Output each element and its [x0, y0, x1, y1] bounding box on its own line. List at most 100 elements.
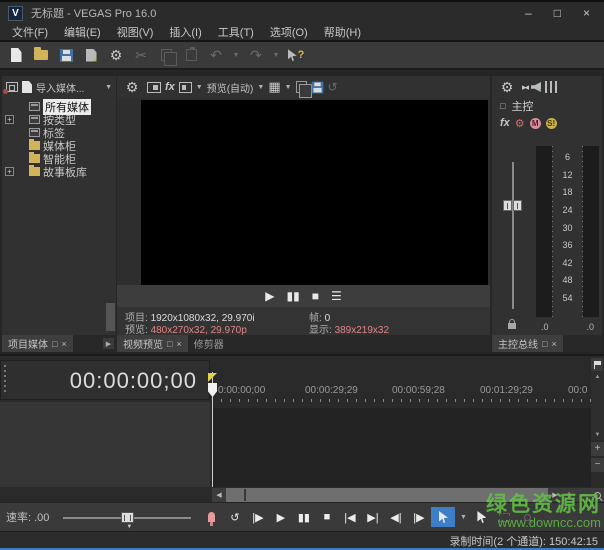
save-button[interactable] [55, 45, 77, 66]
preview-settings-button[interactable]: ⚙ [121, 77, 143, 98]
save-snapshot-icon[interactable] [311, 81, 323, 93]
expand-icon[interactable]: + [5, 115, 14, 124]
menu-help[interactable]: 帮助(H) [316, 24, 369, 40]
menu-file[interactable]: 文件(F) [4, 24, 56, 40]
copy-snapshot-icon[interactable] [296, 81, 307, 93]
track-zoom-out-button[interactable]: − [591, 458, 604, 472]
chevron-down-icon[interactable]: ▼ [285, 84, 292, 91]
stop-icon[interactable]: ■ [312, 289, 319, 303]
media-scrollbar-thumb[interactable] [106, 303, 115, 331]
menu-view[interactable]: 视图(V) [109, 24, 162, 40]
menu-options[interactable]: 选项(O) [262, 24, 316, 40]
preview-quality-button[interactable]: 预览(自动) [207, 80, 254, 95]
timeline-zoom-out-button[interactable]: − [576, 488, 590, 502]
loop-playback-button[interactable]: ↺ [224, 507, 245, 527]
restore-icon[interactable]: □ [167, 339, 172, 349]
chevron-down-icon[interactable]: ▼ [196, 84, 203, 91]
pause-button[interactable]: ▮▮ [293, 507, 314, 527]
scroll-down-icon[interactable]: ▼ [595, 430, 601, 440]
preview-menu-icon[interactable]: ☰ [331, 289, 342, 303]
hscroll-thumb[interactable] [226, 488, 548, 502]
external-monitor-icon[interactable] [179, 82, 192, 93]
sync-icon[interactable]: ↺ [328, 80, 338, 94]
volume-fader-handle[interactable] [503, 200, 522, 211]
horizontal-scrollbar[interactable]: ◀ ▶ + − [212, 488, 604, 502]
redo-dropdown[interactable]: ▼ [270, 45, 282, 66]
close-icon[interactable]: × [551, 339, 556, 349]
next-frame-button[interactable]: |▶ [408, 507, 429, 527]
zoom-edit-tool-button[interactable] [517, 507, 538, 527]
close-button[interactable]: × [583, 6, 590, 20]
mixer-console-icon[interactable] [545, 81, 558, 93]
paste-button[interactable] [180, 45, 202, 66]
record-button[interactable] [201, 507, 222, 527]
bus-fx-icon[interactable]: fx [500, 117, 510, 129]
menu-insert[interactable]: 插入(I) [161, 24, 209, 40]
selection-edit-tool-button[interactable] [494, 507, 515, 527]
menu-tools[interactable]: 工具(T) [210, 24, 262, 40]
mixer-settings-button[interactable]: ⚙ [496, 77, 518, 98]
stop-button[interactable]: ■ [316, 507, 337, 527]
undo-button[interactable]: ↶ [205, 45, 227, 66]
tab-trimmer[interactable]: 修剪器 [188, 335, 230, 352]
properties-button[interactable]: ⚙ [105, 45, 127, 66]
go-to-end-button[interactable]: ▶| [362, 507, 383, 527]
rate-slider[interactable]: ▼ [63, 503, 191, 532]
tab-video-preview[interactable]: 视频预览 □ × [117, 335, 188, 352]
undo-dropdown[interactable]: ▼ [230, 45, 242, 66]
go-to-start-button[interactable]: |◀ [339, 507, 360, 527]
tree-item-storyboards[interactable]: + 故事板库 [2, 165, 116, 178]
play-icon[interactable]: ▶ [265, 289, 274, 303]
scroll-right-button[interactable]: ▶ [103, 338, 114, 349]
cut-button[interactable]: ✂ [130, 45, 152, 66]
time-display-box[interactable]: 00:00:00;00 [0, 360, 210, 400]
marker-tool-button[interactable] [591, 358, 603, 371]
timeline-zoom-in-button[interactable]: + [562, 488, 576, 502]
interactive-tutorials-button[interactable]: ? [285, 45, 307, 66]
scroll-right-icon[interactable]: ▶ [548, 488, 562, 502]
restore-icon[interactable]: □ [542, 339, 547, 349]
play-from-start-button[interactable]: |▶ [247, 507, 268, 527]
redo-button[interactable]: ↷ [245, 45, 267, 66]
chevron-down-icon[interactable]: ▼ [105, 84, 112, 91]
copy-button[interactable] [155, 45, 177, 66]
restore-icon[interactable]: □ [52, 339, 57, 349]
speaker-icon[interactable]: ▼ [531, 82, 541, 92]
insert-bus-icon[interactable]: ▸◂ [522, 82, 527, 93]
open-button[interactable] [30, 45, 52, 66]
pause-icon[interactable]: ▮▮ [287, 289, 300, 303]
menu-edit[interactable]: 编辑(E) [56, 24, 109, 40]
minimize-button[interactable]: – [525, 6, 532, 20]
scroll-left-icon[interactable]: ◀ [212, 488, 226, 502]
automation-icon[interactable]: ⚙ [515, 117, 525, 130]
track-zoom-in-button[interactable]: + [591, 442, 604, 456]
render-as-button[interactable] [80, 45, 102, 66]
close-icon[interactable]: × [176, 339, 181, 349]
track-lanes[interactable] [212, 408, 591, 487]
tab-master-bus[interactable]: 主控总线 □ × [492, 335, 563, 352]
lock-icon[interactable] [508, 323, 516, 329]
close-icon[interactable]: × [61, 339, 66, 349]
play-button[interactable]: ▶ [270, 507, 291, 527]
new-project-button[interactable] [5, 45, 27, 66]
edit-tool-dropdown[interactable]: ▼ [457, 507, 469, 527]
zoom-tool-button[interactable] [590, 488, 604, 502]
normal-edit-tool-button[interactable] [431, 507, 455, 527]
import-media-button[interactable]: 导入媒体... [36, 80, 101, 95]
maximize-button[interactable]: □ [554, 6, 561, 20]
vertical-scrollbar[interactable]: ▲ ▼ [591, 372, 604, 440]
dock-pin-icon[interactable] [6, 82, 18, 92]
envelope-edit-tool-button[interactable] [471, 507, 492, 527]
timeline-ruler[interactable]: 0:00:00;00 00:00:29;29 00:00:59;28 00:01… [212, 356, 591, 408]
previous-frame-button[interactable]: ◀| [385, 507, 406, 527]
tab-project-media[interactable]: 项目媒体 □ × [2, 335, 73, 352]
video-output-fx-icon[interactable]: fx [165, 81, 175, 93]
expand-icon[interactable]: + [5, 167, 14, 176]
mute-icon[interactable]: M [530, 118, 541, 129]
scroll-up-icon[interactable]: ▲ [595, 372, 601, 382]
rate-slider-handle[interactable] [121, 512, 134, 523]
project-properties-icon[interactable] [147, 82, 161, 93]
chevron-down-icon[interactable]: ▼ [257, 84, 264, 91]
overlay-grid-icon[interactable]: ▦ [268, 79, 280, 95]
solo-icon[interactable]: S! [546, 118, 557, 129]
